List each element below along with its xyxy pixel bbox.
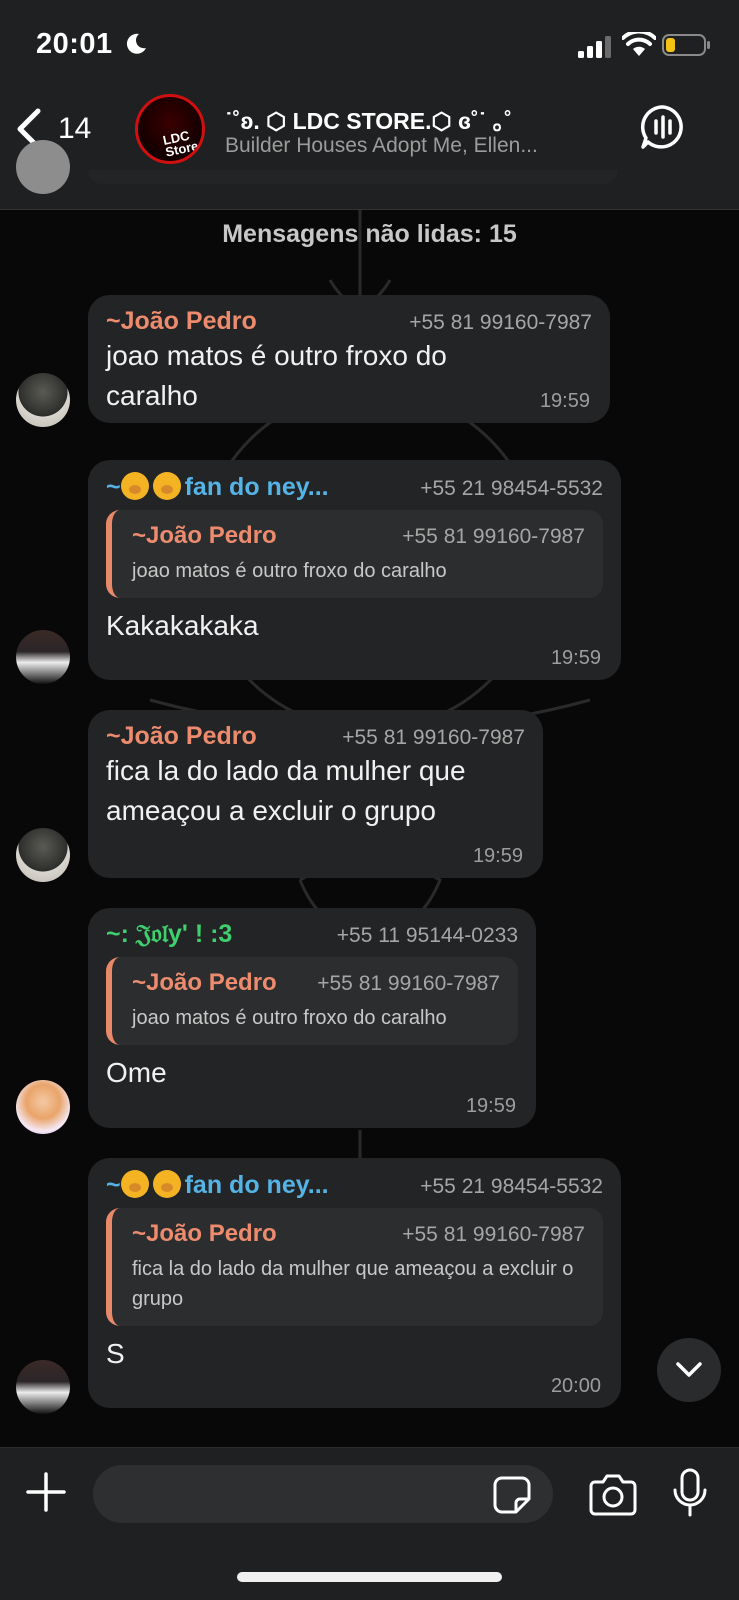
- microphone-icon[interactable]: [672, 1468, 708, 1518]
- messages-list[interactable]: Mensagens não lidas: 15 ~João Pedro +55 …: [0, 140, 739, 1450]
- sender-row: ~ fan do ney... +55 21 98454-5532: [106, 1170, 603, 1200]
- avatar[interactable]: [16, 1360, 70, 1414]
- sender-prefix: ~: [106, 1171, 121, 1199]
- group-members-subtitle[interactable]: Builder Houses Adopt Me, Ellen...: [225, 134, 595, 158]
- message-time: 19:59: [550, 647, 601, 669]
- sender-name[interactable]: ~: 𝔍𝔬𝔩y' ! :3: [106, 920, 232, 949]
- sender-row: ~ fan do ney... +55 21 98454-5532: [106, 472, 603, 502]
- quote-sender-name: ~João Pedro: [132, 1220, 277, 1247]
- sender-row: ~João Pedro +55 81 99160-7987: [106, 307, 592, 336]
- message-bubble[interactable]: ~ fan do ney... +55 21 98454-5532 ~João P…: [88, 460, 621, 680]
- sender-phone: +55 11 95144-0233: [336, 924, 518, 947]
- message-bubble[interactable]: ~João Pedro +55 81 99160-7987 fica la do…: [88, 710, 543, 878]
- signal-icon: [578, 36, 611, 58]
- message-time: 19:59: [539, 390, 590, 412]
- quoted-message[interactable]: ~João Pedro +55 81 99160-7987 joao matos…: [106, 510, 603, 598]
- chevron-down-icon: [676, 1362, 702, 1377]
- message-input-bar: [0, 1447, 739, 1600]
- avatar[interactable]: [16, 630, 70, 684]
- message-text: Ome: [106, 1057, 167, 1088]
- quote-sender-phone: +55 81 99160-7987: [402, 1223, 585, 1246]
- sender-row: ~: 𝔍𝔬𝔩y' ! :3 +55 11 95144-0233: [106, 920, 518, 949]
- sender-row: ~João Pedro +55 81 99160-7987: [106, 722, 525, 751]
- yawning-face-icon: [152, 472, 181, 500]
- plus-icon[interactable]: [24, 1470, 68, 1514]
- wifi-icon: [622, 32, 656, 56]
- message-bubble[interactable]: ~: 𝔍𝔬𝔩y' ! :3 +55 11 95144-0233 ~João Pe…: [88, 908, 536, 1128]
- quote-text: joao matos é outro froxo do caralho: [132, 560, 447, 582]
- quoted-message[interactable]: ~João Pedro +55 81 99160-7987 joao matos…: [106, 957, 518, 1045]
- sender-name[interactable]: ~João Pedro: [106, 307, 257, 336]
- message-input[interactable]: [93, 1465, 553, 1523]
- quote-sender-row: ~João Pedro +55 81 99160-7987: [132, 1220, 585, 1248]
- yawning-face-icon: [120, 1170, 149, 1198]
- scroll-to-bottom-button[interactable]: [657, 1338, 721, 1402]
- quote-sender-phone: +55 81 99160-7987: [402, 525, 585, 548]
- message-text: Kakakakaka: [106, 610, 259, 641]
- quote-sender-phone: +55 81 99160-7987: [317, 972, 500, 995]
- battery-icon: [662, 34, 710, 56]
- sender-name[interactable]: ~ fan do ney...: [106, 472, 329, 502]
- moon-icon: [126, 33, 146, 54]
- unread-chats-count: 14: [58, 112, 92, 145]
- sender-name-text: fan do ney...: [184, 1171, 329, 1199]
- sender-phone: +55 81 99160-7987: [342, 726, 525, 749]
- message-bubble[interactable]: ~João Pedro +55 81 99160-7987 joao matos…: [88, 295, 610, 423]
- sender-phone: +55 21 98454-5532: [420, 477, 603, 500]
- yawning-face-icon: [152, 1170, 181, 1198]
- avatar[interactable]: [16, 1080, 70, 1134]
- quote-sender-row: ~João Pedro +55 81 99160-7987: [132, 522, 585, 550]
- sender-name-text: fan do ney...: [184, 473, 329, 501]
- avatar[interactable]: [16, 140, 70, 194]
- message-time: 19:59: [472, 845, 523, 867]
- quoted-message[interactable]: ~João Pedro +55 81 99160-7987 fica la do…: [106, 1208, 603, 1326]
- unread-messages-divider: Mensagens não lidas: 15: [222, 220, 517, 248]
- voice-chat-icon[interactable]: [640, 104, 686, 150]
- quote-text: joao matos é outro froxo do caralho: [132, 1007, 447, 1029]
- message-text: joao matos é outro froxo do caralho: [106, 340, 447, 411]
- message-text: S: [106, 1338, 125, 1369]
- yawning-face-icon: [120, 472, 149, 500]
- message-time: 19:59: [465, 1095, 516, 1117]
- quote-sender-name: ~João Pedro: [132, 969, 277, 996]
- sender-prefix: ~: [106, 473, 121, 501]
- partial-message-bubble: [88, 170, 618, 184]
- avatar[interactable]: [16, 828, 70, 882]
- message-time: 20:00: [550, 1375, 601, 1397]
- group-title[interactable]: ˙˚ʚ. ⬡ LDC STORE.⬡ ɞ˚˙ ｡˚: [225, 102, 615, 136]
- group-avatar[interactable]: LDC Store: [135, 94, 205, 164]
- message-text: fica la do lado da mulher que ameaçou a …: [106, 755, 466, 826]
- home-indicator[interactable]: [237, 1572, 502, 1582]
- quote-text: fica la do lado da mulher que ameaçou a …: [132, 1258, 574, 1310]
- sender-name[interactable]: ~ fan do ney...: [106, 1170, 329, 1200]
- sender-phone: +55 21 98454-5532: [420, 1175, 603, 1198]
- sender-name[interactable]: ~João Pedro: [106, 722, 257, 751]
- avatar[interactable]: [16, 373, 70, 427]
- status-time: 20:01: [36, 28, 113, 60]
- sticker-icon[interactable]: [492, 1475, 532, 1515]
- quote-sender-row: ~João Pedro +55 81 99160-7987: [132, 969, 500, 997]
- message-bubble[interactable]: ~ fan do ney... +55 21 98454-5532 ~João P…: [88, 1158, 621, 1408]
- sender-phone: +55 81 99160-7987: [409, 311, 592, 334]
- quote-sender-name: ~João Pedro: [132, 522, 277, 549]
- group-avatar-logo: LDC Store: [161, 127, 200, 160]
- status-bar: 20:01: [0, 0, 739, 90]
- camera-icon[interactable]: [589, 1472, 637, 1516]
